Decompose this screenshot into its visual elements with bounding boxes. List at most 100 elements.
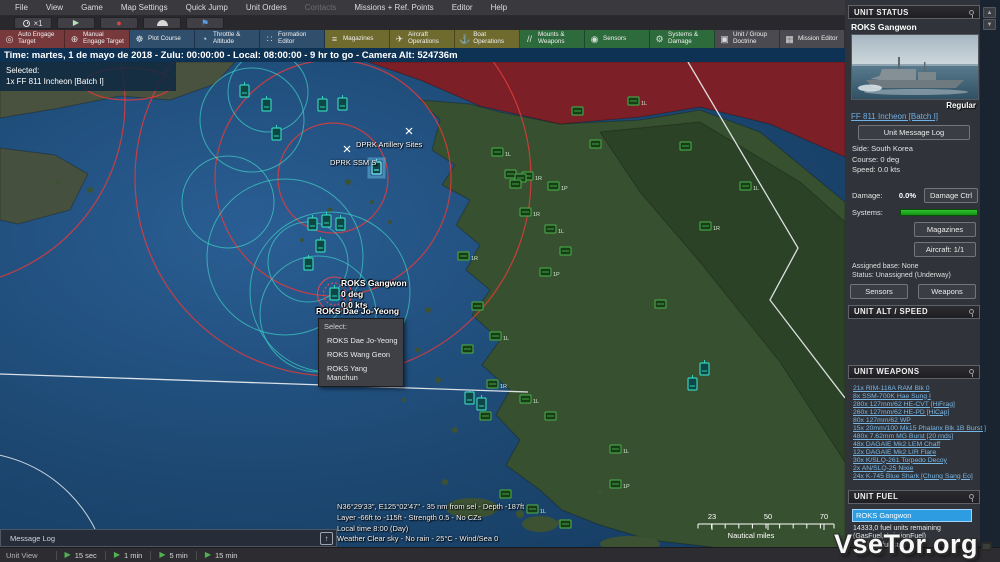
expand-up-icon[interactable]: ↑ [320,532,333,545]
menu-item-editor[interactable]: Editor [443,0,482,16]
ribbon-button-throttle-altitude[interactable]: ◔Throttle & Altitude [195,30,260,48]
ribbon-button-unit-group-doctrine[interactable]: ▣Unit / Group Doctrine [715,30,780,48]
weapon-link[interactable]: 12x DAGAIE Mk2 LIR Flare [853,449,980,457]
weapon-link[interactable]: 48x DAGAIE Mk2 LEM Chaff [853,441,980,449]
facility-icon[interactable] [510,180,521,188]
unit-fuel-header[interactable]: UNIT FUEL [848,490,980,504]
facility-icon[interactable] [572,107,583,115]
ribbon-button-manual-engage-target[interactable]: ⊕Manual Engage Target [65,30,130,48]
ribbon-button-magazines[interactable]: ≡Magazines [325,30,390,48]
scroll-down-icon[interactable]: ▼ [983,19,996,30]
facility-icon[interactable] [472,302,483,310]
status-line: Layer -66ft to -115ft - Strength 0.5 - N… [337,513,524,524]
ribbon-button-formation-editor[interactable]: ∷Formation Editor [260,30,325,48]
facility-icon[interactable] [655,300,666,308]
play-icon: ▶ [73,19,79,27]
ribbon-button-mission-editor[interactable]: ▦Mission Editor [780,30,845,48]
facility-icon[interactable] [500,490,511,498]
aircraft-button[interactable]: Aircraft: 1/1 [914,242,976,257]
menu-item-map-settings[interactable]: Map Settings [112,0,177,16]
menu-item-help[interactable]: Help [482,0,516,16]
sensors-button[interactable]: Sensors [850,284,908,299]
pin-icon[interactable] [969,309,974,314]
weapon-link[interactable]: 24x K-745 Blue Shark [Chung Sang Eo] [853,473,980,481]
time-step-15-sec[interactable]: ▶15 sec [65,551,97,560]
pin-icon[interactable] [969,494,974,499]
bookmark-button[interactable]: ⚑ [186,17,224,29]
weapon-link[interactable]: 8x SSM-700K Hae Sung I [853,393,980,401]
map-viewport[interactable]: 1L1R1P1L1R1L1P1R1L1R1L1P1L1L1R1L Selecte… [0,62,845,548]
weapons-list: 21x RIM-116A RAM Blk 08x SSM-700K Hae Su… [853,385,980,481]
ribbon-button-label: Mounts & Weapons [538,32,582,46]
weapon-link[interactable]: 80x 127mm/62 WP [853,417,980,425]
facility-icon[interactable] [462,345,473,353]
weapon-link[interactable]: 30x K/SLQ-261 Torpedo Decoy [853,457,980,465]
record-button[interactable]: ● [100,17,138,29]
watermark: VseTor.org [834,529,992,560]
ribbon-button-mounts-weapons[interactable]: //Mounts & Weapons [520,30,585,48]
pin-icon[interactable] [969,369,974,374]
run-pause-button[interactable]: ▶ [57,17,95,29]
svg-text:1L: 1L [533,399,539,405]
menu-item-file[interactable]: File [6,0,37,16]
weapon-link[interactable]: 480x 7.62mm MG Burst [20 rnds] [853,433,980,441]
menu-item-missions-ref-points[interactable]: Missions + Ref. Points [345,0,442,16]
ribbon-button-boat-operations[interactable]: ⚓Boat Operations [455,30,520,48]
context-menu-item[interactable]: ROKS Yang Manchun [319,361,403,384]
context-menu-item[interactable]: ROKS Wang Geon [319,347,403,361]
weapon-link[interactable]: 2x AN/SLQ-25 Nixie [853,465,980,473]
unit-class-link[interactable]: FF 811 Incheon [Batch I] [851,112,980,121]
unit-status-header[interactable]: UNIT STATUS [848,5,980,19]
unit-weapons-header[interactable]: UNIT WEAPONS [848,365,980,379]
menu-item-game[interactable]: Game [72,0,112,16]
ribbon-button-label: Systems & Damage [668,32,712,46]
fuel-unit-selected-row[interactable]: ROKS Gangwon [852,509,972,522]
damage-ctrl-button[interactable]: Damage Ctrl [924,188,978,203]
time-step-1-min[interactable]: ▶1 min [114,551,143,560]
camera-view-button[interactable] [143,17,181,29]
sensors-icon: ◉ [589,35,600,44]
map-canvas[interactable]: 1L1R1P1L1R1L1P1R1L1R1L1P1L1L1R1L [0,62,845,548]
menu-item-unit-orders[interactable]: Unit Orders [237,0,296,16]
message-log-bar[interactable]: Message Log ↑ [0,529,337,547]
context-menu-item[interactable]: ROKS Dae Jo-Yeong [319,333,403,347]
unit-alt-speed-header[interactable]: UNIT ALT / SPEED [848,305,980,319]
selected-value: 1x FF 811 Incheon [Batch I] [6,76,170,87]
weapon-link[interactable]: 15x 20mm/100 Mk15 Phalanx Blk 1B Burst ] [853,425,980,433]
view-mode-label: Unit View [0,551,48,560]
unit-message-log-button[interactable]: Unit Message Log [858,125,970,140]
ribbon-button-plot-course[interactable]: ☸Plot Course [130,30,195,48]
menu-item-quick-jump[interactable]: Quick Jump [177,0,237,16]
weapon-link[interactable]: 280x 127mm/62 HE-CVT [HiFrag] [853,401,980,409]
time-step-label: 15 min [215,551,238,560]
weapons-button[interactable]: Weapons [918,284,976,299]
pin-icon[interactable] [969,10,974,15]
menu-item-view[interactable]: View [37,0,72,16]
time-bar: Time: martes, 1 de mayo de 2018 - Zulu: … [0,48,845,62]
facility-icon[interactable] [560,520,571,528]
magazines-icon: ≡ [329,35,340,44]
weapon-link[interactable]: 260x 127mm/62 HE-PD [HiCap] [853,409,980,417]
panel-right-gutter [980,0,1000,547]
facility-icon[interactable] [560,247,571,255]
sim-speed-button[interactable]: ×1 [14,17,52,29]
facility-icon[interactable] [545,412,556,420]
svg-text:1L: 1L [505,152,511,158]
magazines-button[interactable]: Magazines [914,222,976,237]
ribbon-button-auto-engage-target[interactable]: ◎Auto Engage Target [0,30,65,48]
weapon-link[interactable]: 21x RIM-116A RAM Blk 0 [853,385,980,393]
ribbon-button-sensors[interactable]: ◉Sensors [585,30,650,48]
facility-icon[interactable] [590,140,601,148]
facility-icon[interactable] [480,412,491,420]
facility-icon[interactable] [680,142,691,150]
scroll-up-icon[interactable]: ▲ [983,7,996,18]
status-line: Weather Clear sky - No rain - 25°C - Win… [337,534,524,545]
time-step-5-min[interactable]: ▶5 min [159,551,188,560]
auto-engage-icon: ◎ [4,35,15,44]
ribbon-button-systems-damage[interactable]: ⚙Systems & Damage [650,30,715,48]
ribbon-button-aircraft-operations[interactable]: ✈Aircraft Operations [390,30,455,48]
unit-course-label: 0 deg [341,289,407,300]
time-step-15-min[interactable]: ▶15 min [205,551,238,560]
facility-icon[interactable] [505,170,516,178]
svg-text:1L: 1L [540,509,546,515]
